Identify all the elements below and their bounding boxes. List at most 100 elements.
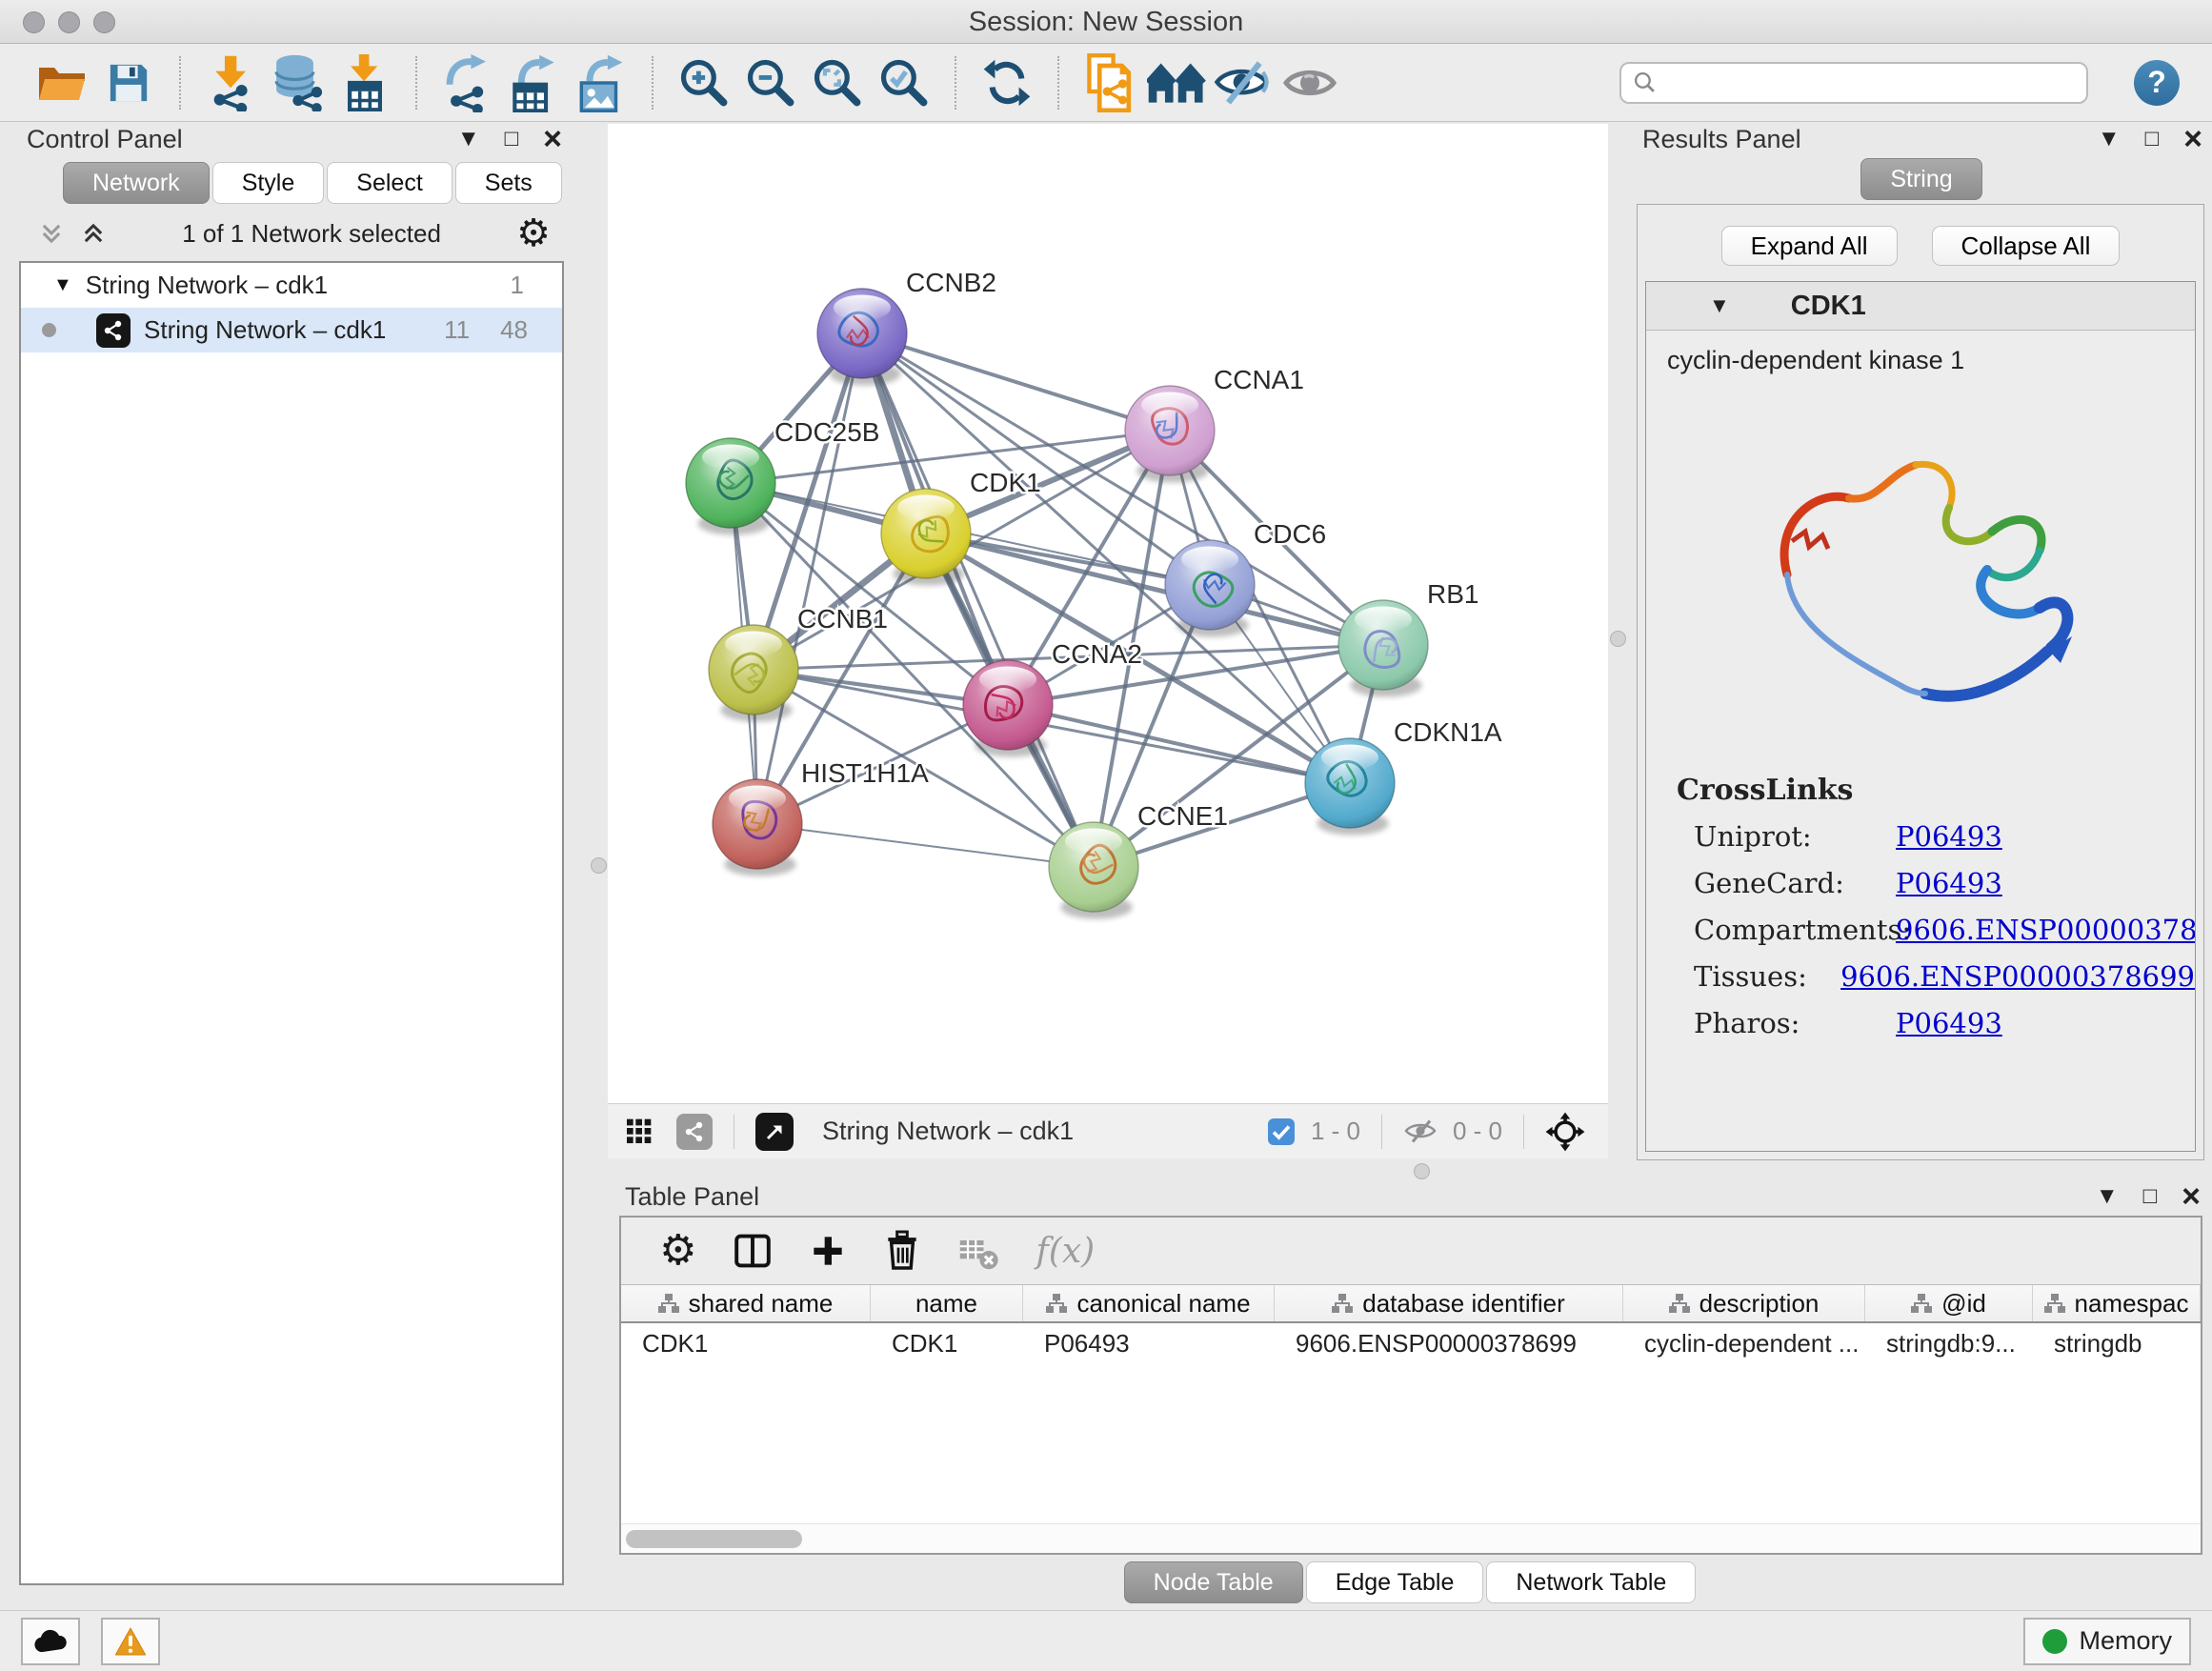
crosslink-link[interactable]: 9606.ENSP00000378699 <box>1840 960 2195 993</box>
import-network-from-database-button[interactable] <box>269 53 328 112</box>
hidden-eye-icon[interactable] <box>1403 1118 1438 1144</box>
table-row[interactable]: CDK1CDK1P064939606.ENSP00000378699cyclin… <box>621 1323 2201 1363</box>
column-header-label: database identifier <box>1362 1289 1564 1319</box>
panel-close-icon[interactable]: × <box>2183 123 2202 155</box>
table-cell: CDK1 <box>871 1329 1023 1359</box>
expand-all-networks-icon[interactable] <box>38 220 65 247</box>
tab-sets[interactable]: Sets <box>455 162 562 204</box>
add-column-icon[interactable] <box>809 1232 847 1270</box>
panel-collapse-icon[interactable]: ▼ <box>2096 1185 2119 1208</box>
expand-all-button[interactable]: Expand All <box>1721 226 1898 266</box>
hide-selected-button[interactable] <box>1214 53 1273 112</box>
results-panel-title: Results Panel <box>1642 125 1801 154</box>
zoom-fit-icon <box>811 56 864 110</box>
panel-float-icon[interactable]: □ <box>2143 1185 2158 1208</box>
network-node-CDC6[interactable] <box>1165 540 1255 637</box>
warnings-button[interactable] <box>101 1618 160 1665</box>
crosslink-link[interactable]: P06493 <box>1896 820 2002 853</box>
collapse-all-button[interactable]: Collapse All <box>1932 226 2121 266</box>
detach-view-icon[interactable] <box>755 1113 794 1151</box>
search-input[interactable] <box>1664 68 2075 97</box>
network-node-CCNA1[interactable] <box>1125 386 1215 483</box>
network-canvas[interactable]: CCNB2CCNA1CDC25BCDK1CDC6RB1CCNB1CCNA2CDK… <box>608 124 1608 1103</box>
network-node-RB1[interactable] <box>1338 600 1428 697</box>
memory-button[interactable]: Memory <box>2023 1618 2191 1665</box>
import-network-button[interactable] <box>202 53 261 112</box>
tab-string[interactable]: String <box>1860 158 1981 200</box>
node-label-RB1: RB1 <box>1427 579 1478 609</box>
zoom-fit-button[interactable] <box>808 53 867 112</box>
node-label-CDC25B: CDC25B <box>774 417 879 447</box>
network-node-CDC25B[interactable] <box>686 438 775 535</box>
zoom-selected-button[interactable] <box>875 53 934 112</box>
column-header-6[interactable]: namespac <box>2033 1285 2201 1321</box>
selected-checkbox-icon[interactable] <box>1267 1117 1296 1146</box>
network-node-CCNB1[interactable] <box>709 625 798 722</box>
crosslink-link[interactable]: P06493 <box>1896 1007 2002 1039</box>
panel-float-icon[interactable]: □ <box>2145 128 2160 151</box>
save-session-button[interactable] <box>99 53 158 112</box>
apply-layout-button[interactable] <box>977 53 1036 112</box>
tab-select[interactable]: Select <box>327 162 452 204</box>
show-columns-icon[interactable] <box>733 1231 773 1271</box>
export-network-button[interactable] <box>438 53 497 112</box>
show-all-networks-button[interactable] <box>1147 53 1206 112</box>
column-header-3[interactable]: database identifier <box>1275 1285 1623 1321</box>
section-disclosure-icon[interactable]: ▼ <box>1709 293 1730 318</box>
gene-name: CDK1 <box>1791 291 1866 322</box>
crosslink-label: Tissues: <box>1694 960 1840 993</box>
panel-close-icon[interactable]: × <box>543 123 562 155</box>
scrollbar-thumb[interactable] <box>626 1530 802 1548</box>
right-splitter-handle[interactable] <box>1610 631 1626 647</box>
network-node-CCNB2[interactable] <box>817 289 907 386</box>
network-row[interactable]: String Network – cdk1 11 48 <box>21 308 562 352</box>
help-button[interactable]: ? <box>2134 60 2180 106</box>
node-details-header[interactable]: ▼ CDK1 <box>1646 282 2195 331</box>
column-header-2[interactable]: canonical name <box>1023 1285 1275 1321</box>
panel-float-icon[interactable]: □ <box>505 128 519 151</box>
bottom-splitter-handle[interactable] <box>1414 1163 1430 1179</box>
column-header-label: shared name <box>689 1289 834 1319</box>
collection-disclosure-icon[interactable]: ▼ <box>53 274 72 296</box>
table-options-gear-icon[interactable]: ⚙ <box>659 1230 696 1272</box>
network-node-HIST1H1A[interactable] <box>713 779 802 876</box>
column-type-icon <box>658 1294 679 1313</box>
column-header-4[interactable]: description <box>1623 1285 1865 1321</box>
crosslink-link[interactable]: 9606.ENSP00000378699 <box>1896 914 2196 946</box>
tab-network-table[interactable]: Network Table <box>1486 1561 1696 1603</box>
column-type-icon <box>1911 1294 1932 1313</box>
column-header-1[interactable]: name <box>871 1285 1023 1321</box>
delete-column-icon[interactable] <box>883 1230 921 1272</box>
zoom-out-button[interactable] <box>741 53 800 112</box>
network-node-CDK1[interactable] <box>881 489 971 586</box>
tab-style[interactable]: Style <box>212 162 325 204</box>
network-node-CCNE1[interactable] <box>1049 822 1138 919</box>
column-header-0[interactable]: shared name <box>621 1285 871 1321</box>
tab-network[interactable]: Network <box>63 162 210 204</box>
collapse-all-networks-icon[interactable] <box>80 220 107 247</box>
network-node-CDKN1A[interactable] <box>1305 738 1395 836</box>
left-splitter-handle[interactable] <box>591 857 607 874</box>
panel-collapse-icon[interactable]: ▼ <box>457 128 480 151</box>
tab-edge-table[interactable]: Edge Table <box>1306 1561 1484 1603</box>
clone-network-button[interactable] <box>1080 53 1139 112</box>
grid-view-icon[interactable] <box>627 1118 661 1145</box>
export-image-button[interactable] <box>572 53 631 112</box>
network-view-type-icon[interactable] <box>676 1114 713 1150</box>
show-hidden-button[interactable] <box>1280 53 1339 112</box>
network-node-CCNA2[interactable] <box>963 660 1053 757</box>
birdseye-crosshair-icon[interactable] <box>1545 1112 1585 1152</box>
export-table-button[interactable] <box>505 53 564 112</box>
network-list: ▼ String Network – cdk1 1 String Network… <box>19 261 564 1585</box>
zoom-in-button[interactable] <box>674 53 734 112</box>
column-header-5[interactable]: @id <box>1865 1285 2033 1321</box>
import-table-button[interactable] <box>335 53 394 112</box>
network-collection-row[interactable]: ▼ String Network – cdk1 1 <box>21 263 562 308</box>
tab-node-table[interactable]: Node Table <box>1124 1561 1303 1603</box>
network-options-gear-icon[interactable]: ⚙ <box>516 214 551 252</box>
panel-collapse-icon[interactable]: ▼ <box>2098 128 2121 151</box>
crosslink-link[interactable]: P06493 <box>1896 867 2002 899</box>
panel-close-icon[interactable]: × <box>2182 1180 2201 1213</box>
open-session-button[interactable] <box>32 53 91 112</box>
cloud-status-button[interactable] <box>21 1618 80 1665</box>
